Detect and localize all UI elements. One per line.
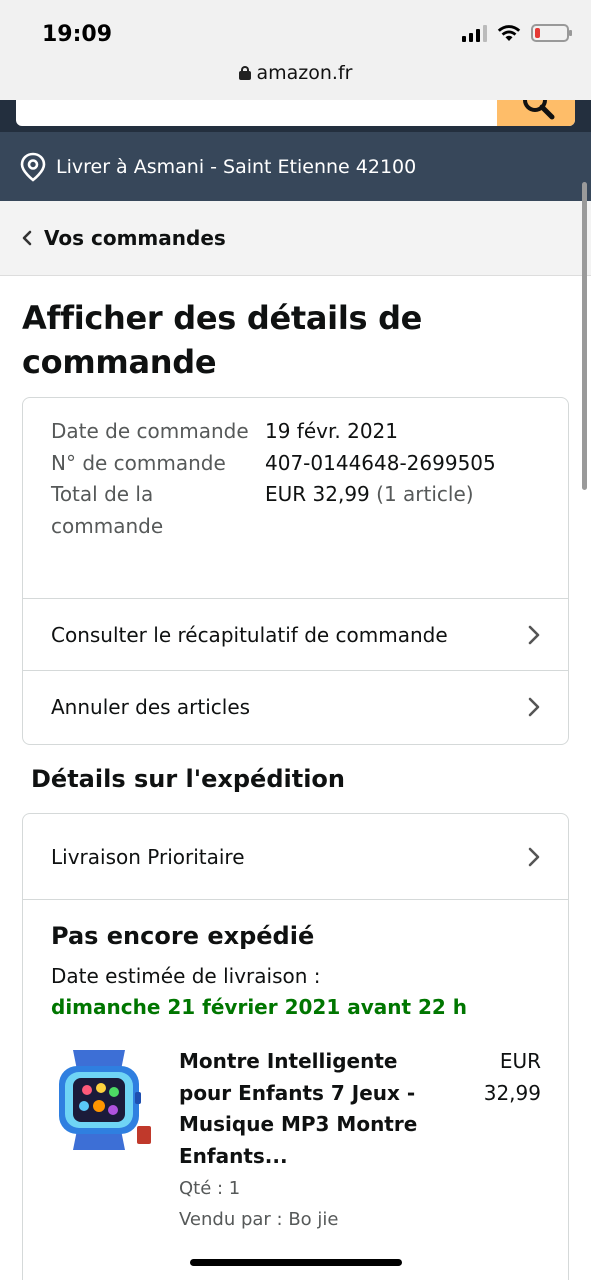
home-indicator[interactable] bbox=[190, 1259, 402, 1266]
order-date-label: Date de commande bbox=[51, 419, 249, 443]
delivery-option-label: Livraison Prioritaire bbox=[51, 844, 245, 869]
wifi-icon bbox=[497, 25, 521, 41]
delivery-estimate-date: dimanche 21 février 2021 avant 22 h bbox=[51, 995, 468, 1019]
cancel-items-link-label: Annuler des articles bbox=[51, 694, 251, 719]
location-pin-icon bbox=[20, 152, 46, 182]
browser-status-bar: 19:09 amazon.fr bbox=[0, 0, 591, 100]
order-total-value: EUR 32,99 (1 article) bbox=[265, 479, 474, 542]
delivery-option-link[interactable]: Livraison Prioritaire bbox=[23, 814, 568, 900]
battery-icon bbox=[531, 24, 572, 42]
clock: 19:09 bbox=[42, 22, 113, 47]
order-total-items: (1 article) bbox=[376, 482, 474, 506]
url-text: amazon.fr bbox=[256, 62, 353, 84]
url-bar[interactable]: amazon.fr bbox=[0, 62, 591, 84]
breadcrumb-label: Vos commandes bbox=[44, 226, 226, 250]
chevron-right-icon bbox=[528, 847, 540, 866]
product-price: EUR 32,99 bbox=[461, 1046, 541, 1109]
order-date-row: Date de commande 19 févr. 2021 bbox=[51, 416, 551, 448]
breadcrumb-back-link[interactable]: Vos commandes bbox=[0, 201, 591, 276]
shipment-card: Livraison Prioritaire Pas encore expédié… bbox=[22, 813, 569, 1280]
page-title: Afficher des détails de commande bbox=[22, 299, 423, 381]
lock-icon bbox=[238, 66, 251, 80]
deliver-to-text: Livrer à Asmani - Saint Etienne 42100 bbox=[56, 155, 417, 178]
deliver-to-bar[interactable]: Livrer à Asmani - Saint Etienne 42100 bbox=[0, 132, 591, 201]
order-date-value: 19 févr. 2021 bbox=[265, 419, 398, 443]
order-number-label: N° de commande bbox=[51, 450, 226, 475]
search-input[interactable] bbox=[16, 100, 575, 126]
status-icons bbox=[462, 24, 572, 42]
delivery-estimate-label: Date estimée de livraison : bbox=[51, 964, 321, 988]
shipment-status: Pas encore expédié bbox=[51, 922, 315, 950]
cellular-signal-icon bbox=[462, 24, 487, 42]
order-info: Date de commande 19 févr. 2021 N° de com… bbox=[51, 416, 551, 542]
site-header: Livrer à Asmani - Saint Etienne 42100 bbox=[0, 100, 591, 201]
order-total-row: Total de la commande EUR 32,99 (1 articl… bbox=[51, 479, 551, 542]
chevron-right-icon bbox=[528, 697, 540, 716]
product-seller: Vendu par : Bo jie bbox=[179, 1209, 339, 1230]
product-image[interactable] bbox=[51, 1046, 155, 1154]
order-number-row: N° de commande 407-0144648-2699505 bbox=[51, 448, 551, 480]
order-summary-card: Date de commande 19 févr. 2021 N° de com… bbox=[22, 397, 569, 745]
order-total-amount: EUR 32,99 bbox=[265, 482, 370, 506]
page-scrollbar[interactable] bbox=[582, 182, 587, 490]
search-button[interactable] bbox=[497, 100, 575, 126]
chevron-left-icon bbox=[22, 230, 32, 246]
product-quantity: Qté : 1 bbox=[179, 1178, 241, 1199]
order-summary-link-label: Consulter le récapitulatif de commande bbox=[51, 622, 448, 647]
shipping-section-title: Détails sur l'expédition bbox=[31, 765, 345, 793]
product-title-link[interactable]: Montre Intelligente pour Enfants 7 Jeux … bbox=[179, 1046, 439, 1172]
search-icon bbox=[523, 100, 555, 120]
product-price-value: 32,99 bbox=[483, 1080, 541, 1105]
chevron-right-icon bbox=[528, 625, 540, 644]
cancel-items-link[interactable]: Annuler des articles bbox=[23, 670, 568, 742]
order-total-label: Total de la commande bbox=[51, 482, 164, 538]
order-number-value: 407-0144648-2699505 bbox=[265, 450, 496, 475]
order-summary-link[interactable]: Consulter le récapitulatif de commande bbox=[23, 598, 568, 670]
product-price-currency: EUR bbox=[499, 1049, 541, 1073]
